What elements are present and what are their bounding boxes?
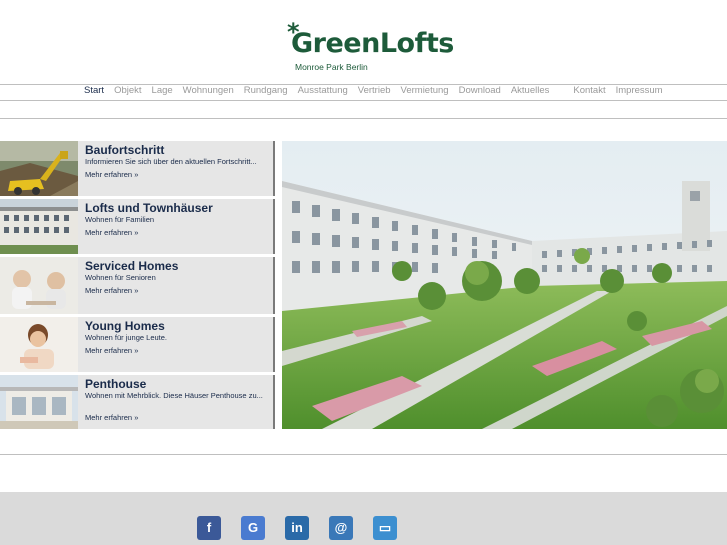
content-top-divider xyxy=(0,118,727,119)
nav-spacer xyxy=(559,85,573,99)
nav-item-start[interactable]: Start xyxy=(84,85,104,99)
item-description: Wohnen für junge Leute. xyxy=(85,333,168,342)
townhouse-thumbnail xyxy=(0,199,78,254)
item-edge xyxy=(273,375,275,429)
nav-item-kontakt[interactable]: Kontakt xyxy=(573,85,605,99)
nav-bottom-divider xyxy=(0,100,727,101)
nav-item-aktuelles[interactable]: Aktuelles xyxy=(511,85,550,99)
item-description: Wohnen mit Mehrblick. Diese Häuser Penth… xyxy=(85,391,263,400)
item-edge xyxy=(273,199,275,254)
list-item-penthouse[interactable]: Penthouse Wohnen mit Mehrblick. Diese Hä… xyxy=(0,375,275,429)
nav-item-impressum[interactable]: Impressum xyxy=(616,85,663,99)
more-link[interactable]: Mehr erfahren » xyxy=(85,228,138,237)
content-bottom-divider xyxy=(0,454,727,455)
list-item-young-homes[interactable]: Young Homes Wohnen für junge Leute. Mehr… xyxy=(0,317,275,372)
penthouse-thumbnail xyxy=(0,375,78,429)
more-link[interactable]: Mehr erfahren » xyxy=(85,286,138,295)
main-navigation: Start Objekt Lage Wohnungen Rundgang Ausstatt… xyxy=(84,85,673,99)
item-description: Wohnen für Senioren xyxy=(85,273,156,282)
linkedin-icon[interactable]: in xyxy=(285,516,309,540)
nav-item-ausstattung[interactable]: Ausstattung xyxy=(298,85,348,99)
item-edge xyxy=(273,317,275,372)
item-edge xyxy=(273,141,275,196)
list-item-baufortschritt[interactable]: Baufortschritt Informieren Sie sich über… xyxy=(0,141,275,196)
item-edge xyxy=(273,257,275,314)
logo-brand: GreenLofts xyxy=(291,28,454,59)
young-people-thumbnail xyxy=(0,317,78,372)
seniors-thumbnail xyxy=(0,257,78,314)
item-description: Wohnen für Familien xyxy=(85,215,155,224)
nav-item-wohnungen[interactable]: Wohnungen xyxy=(183,85,234,99)
folder-icon[interactable]: ▭ xyxy=(373,516,397,540)
construction-thumbnail xyxy=(0,141,78,196)
hero-rendering xyxy=(282,141,727,429)
item-title: Lofts und Townhäuser xyxy=(85,201,213,215)
item-title: Serviced Homes xyxy=(85,259,179,273)
item-title: Baufortschritt xyxy=(85,143,165,157)
nav-item-vermietung[interactable]: Vermietung xyxy=(401,85,449,99)
item-title: Penthouse xyxy=(85,377,147,391)
nav-item-download[interactable]: Download xyxy=(459,85,501,99)
nav-item-objekt[interactable]: Objekt xyxy=(114,85,141,99)
feature-list: Baufortschritt Informieren Sie sich über… xyxy=(0,141,275,429)
more-link[interactable]: Mehr erfahren » xyxy=(85,413,138,422)
google-icon[interactable]: G xyxy=(241,516,265,540)
item-description: Informieren Sie sich über den aktuellen … xyxy=(85,157,257,166)
list-item-serviced-homes[interactable]: Serviced Homes Wohnen für Senioren Mehr … xyxy=(0,257,275,314)
facebook-icon[interactable]: f xyxy=(197,516,221,540)
nav-item-vertrieb[interactable]: Vertrieb xyxy=(358,85,391,99)
more-link[interactable]: Mehr erfahren » xyxy=(85,170,138,179)
logo-tagline: Monroe Park Berlin xyxy=(295,62,368,72)
footer: f Gin @ ▭ xyxy=(0,492,727,545)
item-title: Young Homes xyxy=(85,319,165,333)
nav-item-rundgang[interactable]: Rundgang xyxy=(244,85,288,99)
logo[interactable]: * GreenLofts Monroe Park Berlin xyxy=(287,18,454,72)
list-item-lofts[interactable]: Lofts und Townhäuser Wohnen für Familien… xyxy=(0,199,275,254)
nav-item-lage[interactable]: Lage xyxy=(152,85,173,99)
more-link[interactable]: Mehr erfahren » xyxy=(85,346,138,355)
email-icon[interactable]: @ xyxy=(329,516,353,540)
